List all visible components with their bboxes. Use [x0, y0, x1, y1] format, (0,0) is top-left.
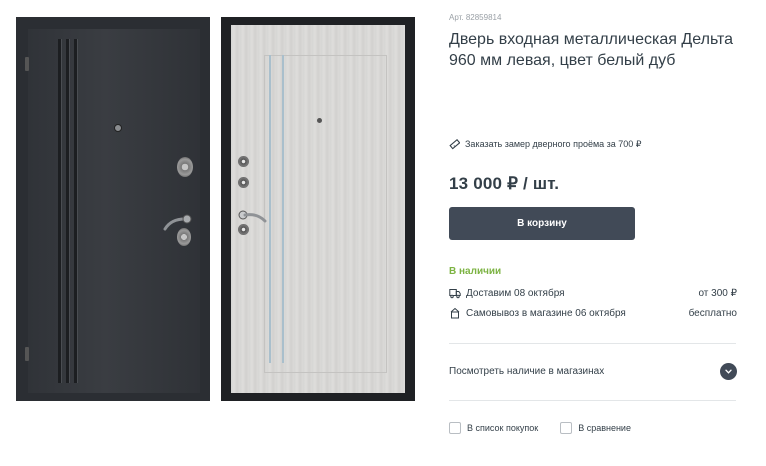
chevron-down-icon[interactable]	[720, 362, 737, 380]
door-groove	[66, 39, 69, 383]
divider	[449, 343, 736, 344]
shopping-list-checkbox[interactable]: В список покупок	[449, 422, 538, 434]
door-outside-image[interactable]	[16, 17, 210, 401]
product-actions: В список покупок В сравнение	[449, 422, 631, 434]
product-title: Дверь входная металлическая Дельта 960 м…	[449, 31, 734, 69]
checkbox-box[interactable]	[449, 422, 461, 434]
peephole	[317, 118, 322, 123]
door-handle	[163, 214, 192, 231]
truck-icon	[449, 289, 461, 299]
divider	[449, 400, 736, 401]
checkbox-box[interactable]	[560, 422, 573, 434]
courier-delivery-label: Доставим 08 октября	[466, 287, 565, 299]
stock-status: В наличии	[449, 266, 502, 277]
store-availability-label: Посмотреть наличие в магазинах	[449, 365, 605, 377]
door-glass-strip	[282, 55, 284, 363]
lock-cylinder	[177, 228, 191, 246]
door-glass-strip	[269, 55, 271, 363]
door-leaf-outside	[28, 29, 200, 393]
courier-delivery-price: от 300 ₽	[698, 287, 737, 299]
delivery-pickup-row: Самовывоз в магазине 06 октября бесплатн…	[449, 306, 737, 320]
pickup-price: бесплатно	[688, 307, 737, 319]
store-availability-link[interactable]: Посмотреть наличие в магазинах	[449, 360, 737, 382]
lock-knob	[238, 224, 249, 235]
lock-knob	[238, 177, 249, 188]
ruler-icon	[449, 139, 460, 150]
pickup-label: Самовывоз в магазине 06 октября	[466, 307, 626, 319]
door-groove	[74, 39, 77, 383]
peephole	[114, 124, 122, 132]
delivery-courier-row: Доставим 08 октября от 300 ₽	[449, 286, 737, 300]
add-to-cart-button[interactable]: В корзину	[449, 207, 635, 240]
shopping-list-label: В список покупок	[467, 423, 539, 433]
measure-order-label: Заказать замер дверного проёма за 700 ₽	[465, 139, 642, 149]
compare-label: В сравнение	[578, 423, 631, 433]
door-handle	[238, 210, 267, 223]
door-groove	[58, 39, 61, 383]
door-hinge	[25, 57, 29, 71]
product-price: 13 000 ₽ / шт.	[449, 174, 560, 193]
store-icon	[450, 307, 460, 319]
lock-knob	[238, 156, 249, 167]
compare-checkbox[interactable]: В сравнение	[560, 422, 631, 434]
lock-cylinder	[177, 157, 193, 177]
door-inside-image[interactable]	[221, 17, 415, 401]
door-hinge	[25, 347, 29, 361]
measure-order-link[interactable]: Заказать замер дверного проёма за 700 ₽	[449, 139, 642, 150]
article-number: Арт. 82859814	[449, 13, 502, 22]
